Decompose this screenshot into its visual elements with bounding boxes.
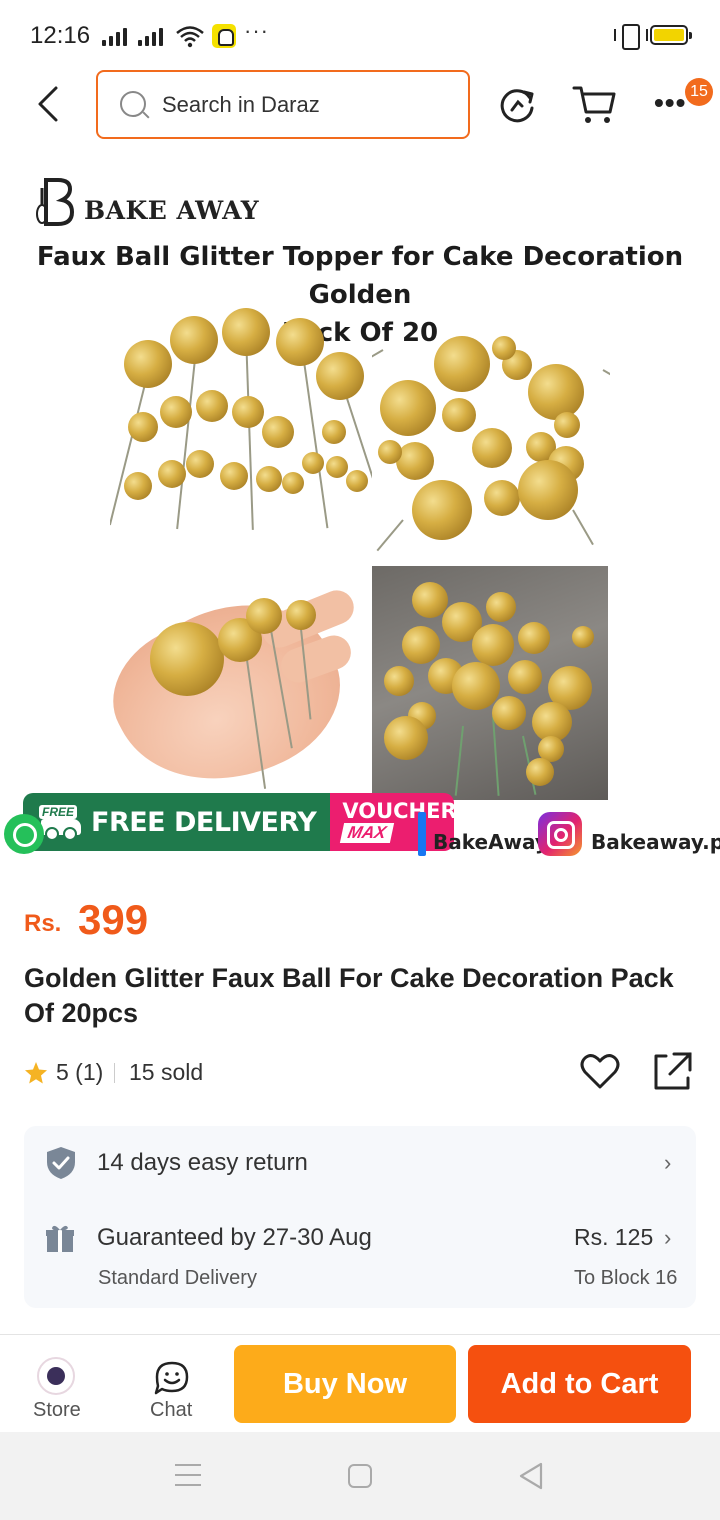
max-label: MAX	[340, 823, 395, 843]
store-avatar-icon[interactable]	[37, 1357, 75, 1395]
more-options-icon[interactable]: •••	[654, 89, 686, 117]
chevron-right-icon[interactable]: ›	[664, 1150, 671, 1176]
instagram-icon	[538, 812, 582, 856]
voucher-label: VOUCHER	[342, 799, 455, 823]
brand-logo-icon	[36, 178, 75, 226]
free-delivery-banner: FREE FREE DELIVERY VOUCHER MAX	[23, 793, 455, 851]
delivery-destination[interactable]: To Block 16	[574, 1267, 677, 1290]
recent-apps-icon[interactable]	[175, 1464, 201, 1486]
brand-name: BAKE AWAY	[84, 196, 260, 225]
chat-icon[interactable]	[154, 1361, 190, 1395]
share-icon[interactable]	[652, 1050, 694, 1092]
service-info-card: 14 days easy return › Guaranteed by 27-3…	[24, 1126, 696, 1308]
refresh-icon[interactable]	[498, 84, 538, 124]
product-title: Golden Glitter Faux Ball For Cake Decora…	[24, 963, 674, 1028]
photo-balls-sticks	[110, 300, 372, 555]
add-to-cart-button[interactable]: Add to Cart	[468, 1345, 691, 1423]
system-nav-bar	[0, 1432, 720, 1520]
photo-hand-holding	[110, 570, 360, 792]
delivery-guarantee-text[interactable]: Guaranteed by 27-30 Aug	[97, 1224, 372, 1252]
delivery-package-icon	[46, 1225, 74, 1252]
status-time: 12:16	[30, 22, 91, 49]
easy-return-text[interactable]: 14 days easy return	[97, 1149, 308, 1177]
status-more-icon: ···	[244, 18, 269, 43]
vibrate-icon	[614, 24, 648, 50]
free-tag: FREE	[39, 805, 78, 819]
star-icon	[25, 1062, 47, 1084]
cart-badge: 15	[685, 78, 713, 106]
instagram-handle: Bakeaway.pk	[591, 830, 720, 854]
divider	[114, 1063, 115, 1083]
rating-text[interactable]: 5 (1)	[56, 1059, 103, 1086]
cart-icon[interactable]	[572, 84, 618, 126]
facebook-icon	[418, 812, 426, 856]
signal-icon	[102, 26, 127, 46]
free-delivery-label: FREE DELIVERY	[91, 806, 317, 838]
search-icon	[120, 91, 146, 117]
nav-back-icon[interactable]	[517, 1462, 545, 1490]
back-arrow-icon[interactable]	[30, 84, 70, 124]
home-icon[interactable]	[348, 1464, 372, 1488]
whatsapp-icon	[4, 814, 44, 854]
sold-count: 15 sold	[129, 1059, 204, 1085]
photo-balls-cluster	[372, 310, 610, 552]
free-delivery-badge: FREE FREE DELIVERY	[23, 793, 331, 851]
search-placeholder: Search in Daraz	[162, 92, 320, 117]
delivery-type-text: Standard Delivery	[98, 1267, 257, 1289]
snapchat-icon	[212, 24, 236, 48]
photo-balls-dark-bg	[372, 566, 608, 800]
wishlist-heart-icon[interactable]	[580, 1052, 620, 1090]
search-input[interactable]: Search in Daraz	[96, 70, 470, 139]
bottom-action-bar: Store Chat Buy Now Add to Cart	[0, 1334, 720, 1432]
facebook-handle: BakeAway	[433, 830, 548, 854]
status-bar: 12:16 ···	[0, 0, 720, 70]
chat-label[interactable]: Chat	[150, 1399, 192, 1422]
wifi-icon	[176, 26, 204, 48]
signal-icon-2	[138, 26, 163, 46]
buy-now-button[interactable]: Buy Now	[234, 1345, 456, 1423]
product-image-carousel[interactable]: BAKE AWAY Faux Ball Glitter Topper for C…	[0, 160, 720, 860]
chevron-right-icon[interactable]: ›	[664, 1225, 671, 1251]
delivery-fee: Rs. 125	[574, 1224, 654, 1250]
store-label[interactable]: Store	[33, 1399, 81, 1422]
battery-icon	[650, 25, 692, 45]
price-value: 399	[78, 896, 149, 943]
return-shield-icon	[47, 1147, 75, 1179]
price-currency: Rs.	[24, 910, 62, 937]
